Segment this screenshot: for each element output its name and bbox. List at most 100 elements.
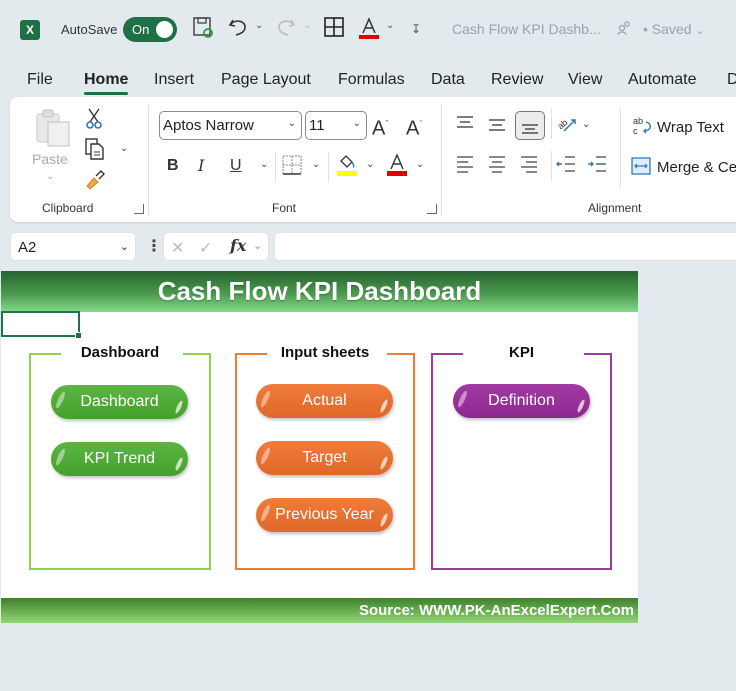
alignment-group-label: Alignment [588, 201, 642, 215]
ribbon-tabs: File Home Insert Page Layout Formulas Da… [0, 66, 736, 96]
borders-icon[interactable] [322, 16, 346, 42]
formula-input[interactable] [274, 232, 736, 261]
group-separator [148, 105, 149, 215]
title-bar: X AutoSave On ⌄ ⌄ ⌄ ↧ Cash Flow KPI Dash… [0, 0, 736, 60]
borders-dropdown-icon[interactable]: ⌄ [312, 159, 320, 170]
orientation-icon[interactable]: ab [555, 113, 578, 141]
customize-qat-icon[interactable]: ↧ [411, 22, 421, 36]
group-separator [441, 105, 442, 215]
svg-text:c: c [633, 126, 638, 136]
group-separator [328, 152, 329, 182]
top-align-icon[interactable] [456, 115, 474, 137]
increase-indent-icon[interactable] [587, 155, 607, 179]
document-title[interactable]: Cash Flow KPI Dashb... [452, 21, 601, 37]
undo-dropdown-icon[interactable]: ⌄ [255, 20, 263, 31]
merge-center-icon[interactable] [631, 157, 651, 181]
paste-dropdown-icon[interactable]: ⌄ [46, 171, 54, 182]
definition-button[interactable]: Definition [453, 384, 590, 418]
tab-home[interactable]: Home [84, 71, 129, 95]
cut-icon[interactable] [85, 107, 103, 135]
copy-icon[interactable] [84, 137, 106, 167]
fill-color-icon[interactable] [336, 153, 358, 183]
chevron-down-icon: ⌄ [695, 25, 705, 37]
font-name-select[interactable]: Aptos Narrow ⌄ [159, 111, 302, 140]
insert-function-button[interactable]: fx [230, 236, 246, 255]
autosave-state: On [132, 22, 150, 37]
underline-button[interactable]: U [230, 156, 242, 176]
group-separator [275, 152, 276, 182]
paste-icon[interactable] [36, 109, 72, 152]
tab-draw[interactable]: D [727, 71, 736, 89]
tab-review[interactable]: Review [491, 71, 543, 89]
font-group-label: Font [272, 201, 297, 215]
svg-text:ab: ab [556, 117, 570, 131]
font-launcher-icon[interactable] [427, 204, 437, 214]
undo-icon[interactable] [226, 16, 250, 42]
group-separator [620, 109, 621, 187]
orientation-dropdown-icon[interactable]: ⌄ [582, 119, 590, 130]
font-color-dropdown-icon[interactable]: ⌄ [416, 159, 424, 170]
merge-center-button[interactable]: Merge & Ce [657, 159, 736, 176]
more-options-icon[interactable]: ⋮ [146, 236, 162, 256]
align-left-icon[interactable] [456, 155, 474, 179]
wrap-text-button[interactable]: Wrap Text [657, 119, 724, 136]
name-box-value: A2 [18, 239, 37, 256]
chevron-down-icon[interactable]: ⌄ [253, 239, 262, 252]
font-size-select[interactable]: 11 ⌄ [305, 111, 367, 140]
group-title: KPI [508, 344, 534, 361]
excel-icon[interactable]: X [20, 20, 44, 40]
align-right-icon[interactable] [520, 155, 538, 179]
decrease-font-size-icon[interactable]: Aˇ [406, 114, 422, 139]
save-icon[interactable] [191, 16, 215, 42]
selected-cell-a2[interactable] [1, 311, 82, 339]
wrap-text-icon[interactable]: ab c [632, 115, 654, 143]
font-color-icon[interactable] [357, 16, 381, 42]
redo-dropdown-icon: ⌄ [303, 20, 312, 31]
fill-color-dropdown-icon[interactable]: ⌄ [366, 159, 374, 170]
align-center-icon[interactable] [488, 155, 506, 179]
worksheet[interactable]: Cash Flow KPI Dashboard Dashboard Dashbo… [1, 271, 638, 623]
enter-icon: ✓ [199, 240, 213, 257]
tab-view[interactable]: View [568, 71, 602, 89]
group-title: Input sheets [280, 344, 370, 361]
tab-page-layout[interactable]: Page Layout [221, 71, 311, 89]
decrease-indent-icon[interactable] [556, 155, 576, 179]
bottom-align-button[interactable] [515, 111, 545, 140]
middle-align-icon[interactable] [488, 117, 506, 139]
group-separator [551, 151, 552, 181]
svg-text:ab: ab [633, 116, 643, 126]
font-name-value: Aptos Narrow [163, 117, 254, 134]
chevron-down-icon: ⌄ [119, 241, 129, 253]
target-button[interactable]: Target [256, 441, 393, 475]
bold-button[interactable]: B [167, 156, 179, 176]
source-footer: Source: WWW.PK-AnExcelExpert.Com [1, 598, 638, 623]
underline-dropdown-icon[interactable]: ⌄ [260, 159, 268, 170]
name-box[interactable]: A2 ⌄ [10, 232, 136, 261]
toggle-knob [156, 21, 173, 38]
increase-font-size-icon[interactable]: Aˆ [372, 114, 388, 139]
copy-dropdown-icon[interactable]: ⌄ [120, 143, 128, 154]
cancel-icon: ✕ [171, 240, 185, 257]
italic-button[interactable]: I [198, 156, 204, 176]
font-color-icon[interactable] [386, 153, 408, 183]
chevron-down-icon: ⌄ [287, 118, 296, 129]
tab-automate[interactable]: Automate [628, 71, 696, 89]
autosave-toggle[interactable]: On [123, 17, 177, 42]
kpi-trend-button[interactable]: KPI Trend [51, 442, 188, 476]
clipboard-group-label: Clipboard [42, 201, 94, 215]
font-color-dropdown-icon[interactable]: ⌄ [386, 20, 394, 31]
dashboard-banner-title: Cash Flow KPI Dashboard [1, 271, 638, 312]
tab-formulas[interactable]: Formulas [338, 71, 405, 89]
format-painter-icon[interactable] [84, 168, 106, 196]
save-status[interactable]: • Saved ⌄ [643, 21, 705, 37]
tab-insert[interactable]: Insert [154, 71, 194, 89]
tab-file[interactable]: File [27, 71, 53, 89]
previous-year-button[interactable]: Previous Year [256, 498, 393, 532]
tab-data[interactable]: Data [431, 71, 465, 89]
clipboard-launcher-icon[interactable] [134, 204, 144, 214]
actual-button[interactable]: Actual [256, 384, 393, 418]
paste-label[interactable]: Paste [32, 151, 68, 167]
borders-icon[interactable] [282, 155, 302, 181]
dashboard-button[interactable]: Dashboard [51, 385, 188, 419]
font-size-value: 11 [309, 117, 325, 134]
